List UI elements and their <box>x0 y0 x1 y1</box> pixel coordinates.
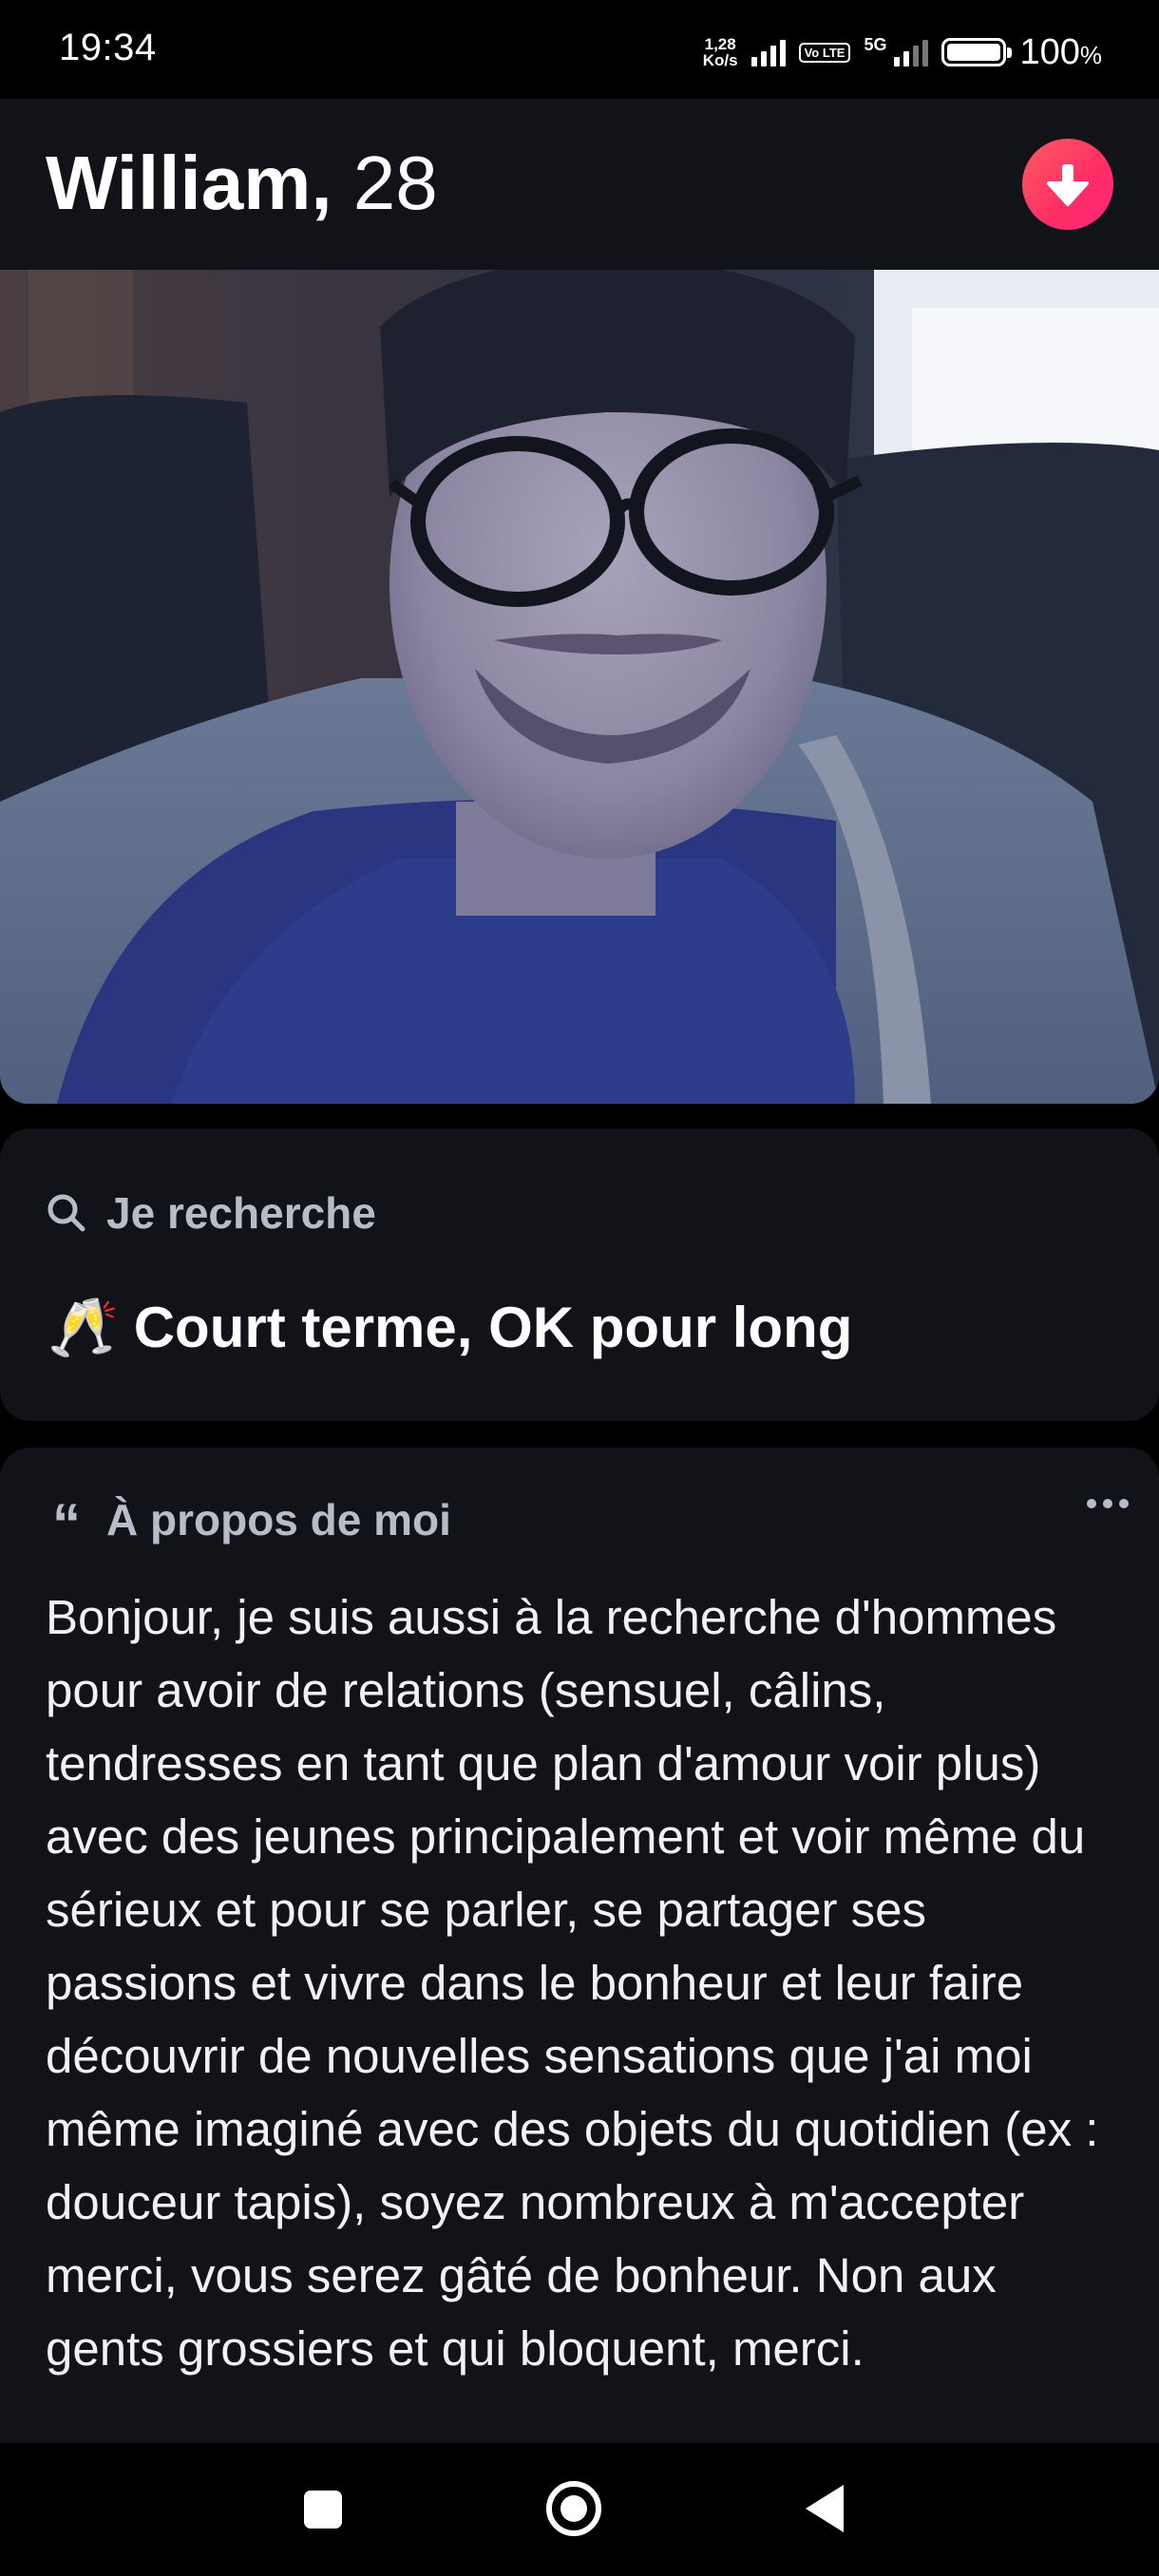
status-bar: 19:34 1,28 Ko/s Vo LTE 5G 100% <box>0 0 1159 99</box>
profile-age: 28 <box>352 141 438 225</box>
about-text: Bonjour, je suis aussi à la recherche d'… <box>46 1590 1099 2376</box>
champagne-glasses-icon: 🥂 <box>48 1296 119 1359</box>
looking-for-header-label: Je recherche <box>106 1188 376 1238</box>
status-time: 19:34 <box>59 27 157 68</box>
profile-photo[interactable] <box>0 270 1159 1104</box>
profile-name: William, <box>46 141 332 225</box>
navigation-bar <box>0 2443 1159 2576</box>
arrow-down-icon <box>1047 164 1089 206</box>
profile-photo-image <box>0 270 1159 1104</box>
looking-for-text: Court terme, OK pour long <box>133 1296 853 1359</box>
looking-for-value: 🥂 Court terme, OK pour long <box>48 1294 852 1361</box>
collapse-profile-button[interactable] <box>1022 139 1113 230</box>
more-options-button[interactable] <box>1087 1489 1129 1518</box>
battery-icon <box>941 38 1013 66</box>
network-speed-unit: Ko/s <box>702 51 738 69</box>
nav-recent-apps-button[interactable] <box>304 2491 342 2529</box>
about-header-label: À propos de moi <box>106 1495 451 1544</box>
profile-header: William, 28 <box>0 99 1159 270</box>
looking-for-header: Je recherche <box>46 1187 376 1239</box>
more-icon <box>1087 1499 1096 1508</box>
profile-title: William, 28 <box>46 141 438 226</box>
quote-icon: “ <box>52 1492 81 1556</box>
nav-home-button[interactable] <box>546 2481 601 2536</box>
volte-badge: Vo LTE <box>798 42 851 63</box>
network-speed: 1,28 Ko/s <box>703 36 738 68</box>
signal-icon <box>750 38 786 66</box>
network-type: 5G <box>864 34 887 54</box>
network-speed-value: 1,28 <box>704 35 736 53</box>
status-indicators: 1,28 Ko/s Vo LTE 5G 100% <box>703 28 1102 76</box>
signal-icon-secondary <box>894 38 929 66</box>
battery-percentage: 100% <box>1019 31 1102 72</box>
looking-for-card <box>0 1128 1159 1421</box>
nav-back-button[interactable] <box>806 2485 844 2532</box>
about-header: “ À propos de moi <box>46 1492 451 1556</box>
search-icon <box>48 1194 86 1232</box>
